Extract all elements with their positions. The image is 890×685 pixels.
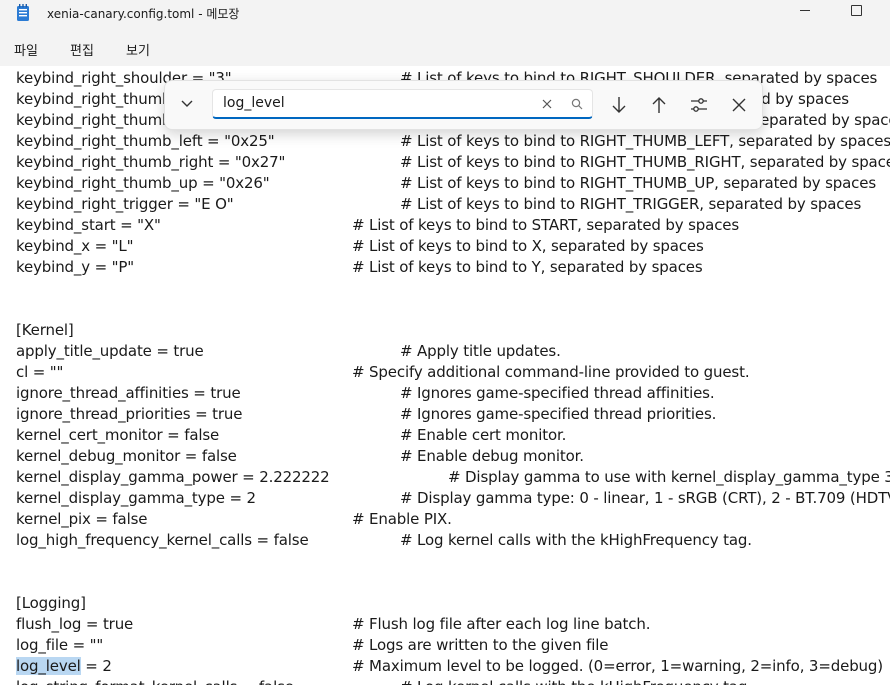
config-key: log_file = "" (16, 636, 104, 654)
title-bar: xenia-canary.config.toml - 메모장 (0, 0, 890, 32)
search-match-highlight: log_level (16, 657, 81, 675)
config-key: keybind_y = "P" (16, 258, 135, 276)
config-comment: # Display gamma to use with kernel_displ… (448, 468, 890, 486)
config-comment: # List of keys to bind to Y, separated b… (352, 258, 703, 276)
config-key: keybind_right_trigger = "E O" (16, 195, 234, 213)
config-key: keybind_right_thumb_up = "0x26" (16, 174, 270, 192)
find-query: log_level (223, 95, 285, 111)
menu-view[interactable]: 보기 (126, 40, 150, 59)
find-next-icon[interactable] (611, 96, 627, 114)
config-comment: # Enable debug monitor. (400, 447, 584, 465)
text-editor[interactable]: keybind_right_shoulder = "3" # List of ke… (0, 66, 890, 685)
find-bar: log_level (164, 80, 763, 130)
config-comment: # Flush log file after each log line bat… (352, 615, 651, 633)
config-comment: # Log kernel calls with the kHighFrequen… (400, 531, 752, 549)
config-comment: # List of keys to bind to START, separat… (352, 216, 740, 234)
config-comment: # Log kernel calls with the kHighFrequen… (400, 677, 752, 685)
config-comment: # List of keys to bind to X, separated b… (352, 237, 704, 255)
chevron-down-icon[interactable] (181, 100, 193, 108)
config-comment: # List of keys to bind to RIGHT_THUMB_RI… (400, 153, 890, 171)
config-key: kernel_display_gamma_power = 2.222222 (16, 468, 330, 486)
menu-file[interactable]: 파일 (14, 40, 38, 59)
config-key: kernel_debug_monitor = false (16, 447, 237, 465)
clear-icon[interactable] (542, 99, 552, 109)
config-comment: # List of keys to bind to RIGHT_THUMB_UP… (400, 174, 877, 192)
config-key: ignore_thread_affinities = true (16, 384, 241, 402)
section-header: [Logging] (16, 594, 86, 612)
config-comment: # Ignores game-specified thread affiniti… (400, 384, 715, 402)
config-key: ignore_thread_priorities = true (16, 405, 243, 423)
config-comment: # Maximum level to be logged. (0=error, … (352, 657, 883, 675)
menu-bar: 파일 편집 보기 (0, 32, 890, 66)
section-header: [Kernel] (16, 321, 74, 339)
config-key: kernel_pix = false (16, 510, 148, 528)
config-comment: # Specify additional command-line provid… (352, 363, 750, 381)
menu-edit[interactable]: 편집 (70, 40, 94, 59)
config-comment: # Apply title updates. (400, 342, 561, 360)
config-comment: # Ignores game-specified thread prioriti… (400, 405, 717, 423)
config-comment: # Enable PIX. (352, 510, 452, 528)
config-key: keybind_x = "L" (16, 237, 134, 255)
config-key: log_high_frequency_kernel_calls = false (16, 531, 309, 549)
notepad-icon (17, 4, 29, 21)
config-key: apply_title_update = true (16, 342, 204, 360)
config-key: cl = "" (16, 363, 64, 381)
config-key: keybind_right_thumb_left = "0x25" (16, 132, 275, 150)
config-comment: # List of keys to bind to RIGHT_TRIGGER,… (400, 195, 862, 213)
close-icon[interactable] (732, 98, 746, 112)
minimize-button[interactable] (800, 10, 810, 11)
config-key: log_string_format_kernel_calls = false (16, 677, 294, 685)
search-icon[interactable] (571, 98, 583, 110)
find-previous-icon[interactable] (651, 96, 667, 114)
find-options-icon[interactable] (690, 97, 708, 113)
config-key: flush_log = true (16, 615, 134, 633)
config-key: kernel_display_gamma_type = 2 (16, 489, 256, 507)
find-input[interactable]: log_level (212, 89, 593, 119)
window-title: xenia-canary.config.toml - 메모장 (47, 7, 240, 21)
config-key: keybind_start = "X" (16, 216, 161, 234)
config-key: keybind_right_thumb_right = "0x27" (16, 153, 286, 171)
config-comment: # Display gamma type: 0 - linear, 1 - sR… (400, 489, 890, 507)
config-key: kernel_cert_monitor = false (16, 426, 220, 444)
config-comment: # Logs are written to the given file (352, 636, 609, 654)
config-comment: # Enable cert monitor. (400, 426, 567, 444)
config-comment: # List of keys to bind to RIGHT_THUMB_LE… (400, 132, 890, 150)
config-key: log_level = 2 (16, 657, 112, 675)
maximize-button[interactable] (851, 5, 862, 16)
